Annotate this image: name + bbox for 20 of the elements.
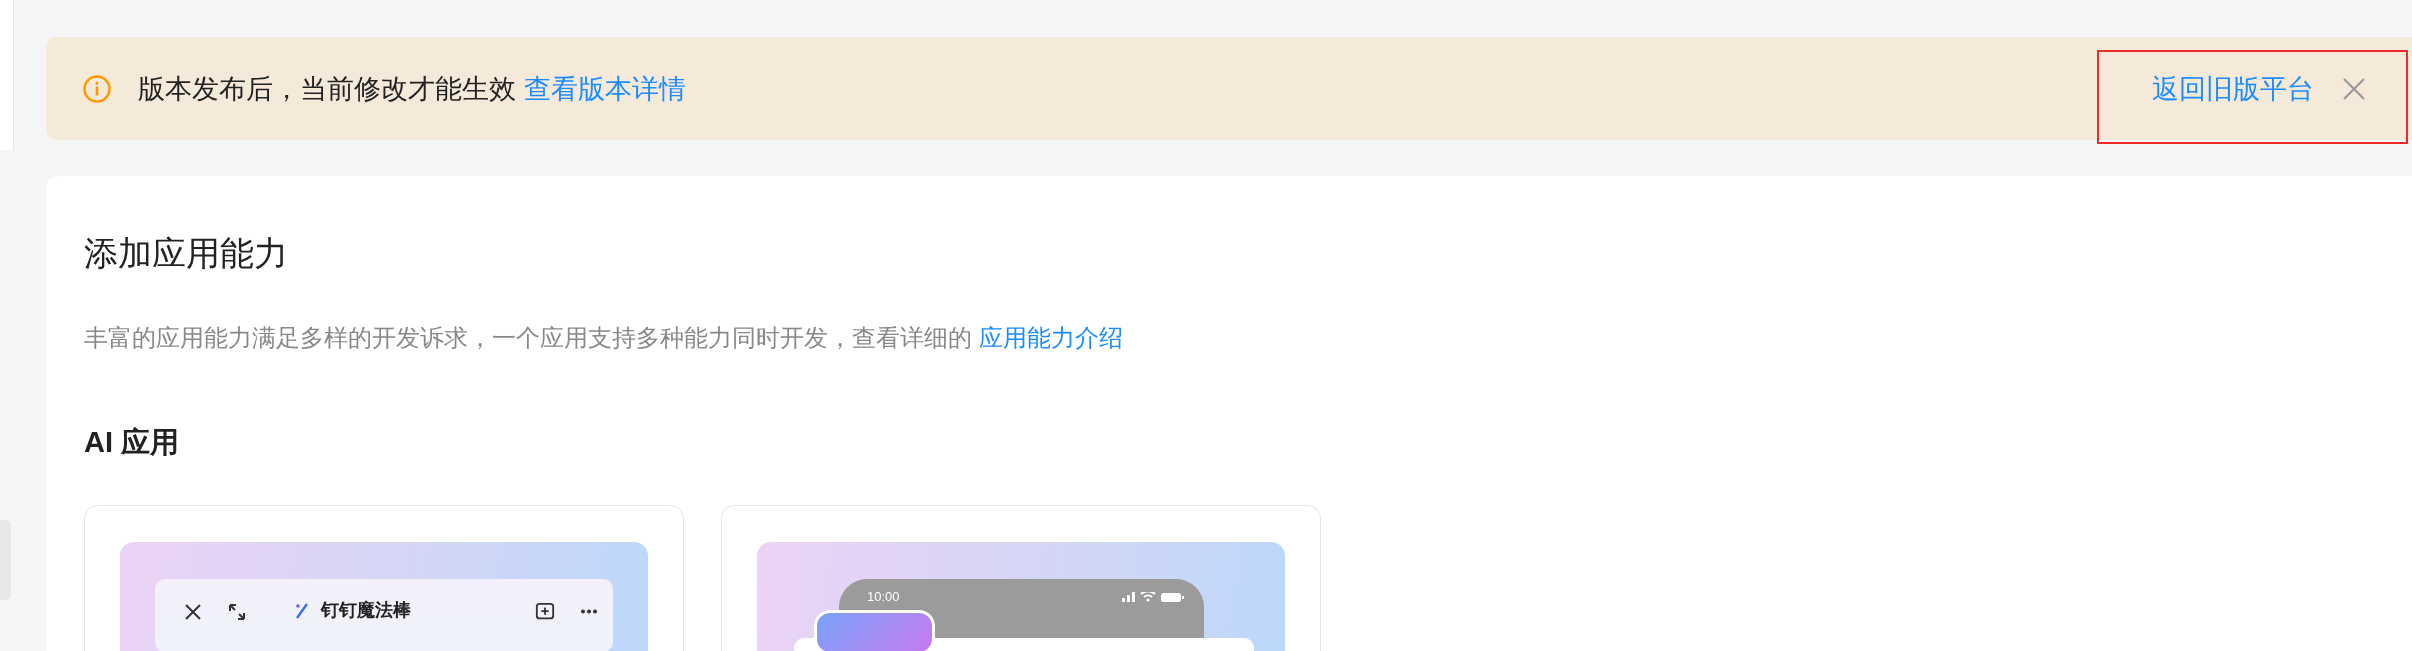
group-title: AI 应用: [84, 425, 181, 460]
wifi-icon: [1140, 592, 1156, 602]
version-details-link[interactable]: 查看版本详情: [524, 70, 686, 107]
notice-text: 版本发布后，当前修改才能生效: [138, 72, 516, 106]
window-title: 钉钉魔法棒: [321, 599, 411, 622]
ability-card[interactable]: 钉钉魔法棒: [84, 505, 684, 651]
expand-icon: [227, 602, 247, 622]
battery-icon: [1161, 592, 1184, 602]
ability-card[interactable]: 10:00: [721, 505, 1321, 651]
status-time: 10:00: [867, 589, 900, 604]
close-icon[interactable]: [2342, 76, 2366, 101]
close-icon: [183, 602, 203, 622]
info-icon: [82, 73, 112, 104]
section-title: 添加应用能力: [84, 233, 289, 274]
back-to-old-platform-link[interactable]: 返回旧版平台: [2152, 70, 2314, 107]
section-description: 丰富的应用能力满足多样的开发诉求，一个应用支持多种能力同时开发，查看详细的 应用能力介绍: [84, 323, 1124, 353]
more-icon: [579, 609, 599, 614]
ability-intro-link[interactable]: 应用能力介绍: [978, 324, 1123, 351]
signal-icon: [1122, 592, 1135, 602]
add-icon: [535, 602, 555, 622]
